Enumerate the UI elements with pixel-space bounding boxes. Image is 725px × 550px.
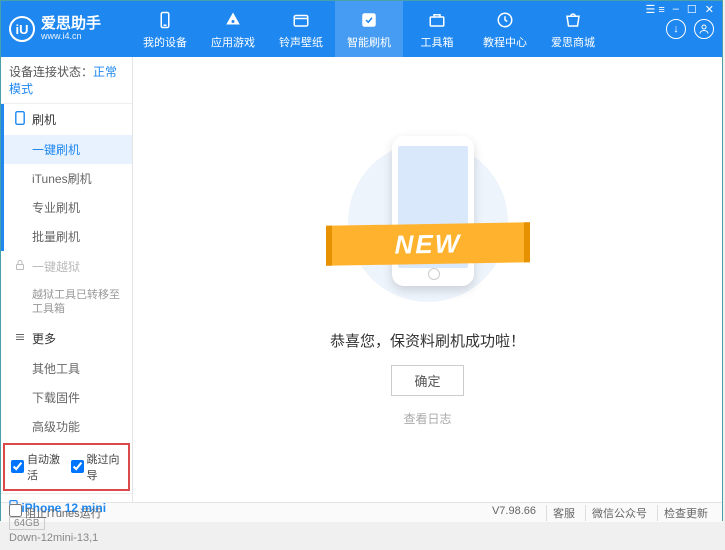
nav-icon xyxy=(292,9,310,31)
nav-label: 智能刷机 xyxy=(347,34,391,50)
view-log-link[interactable]: 查看日志 xyxy=(403,410,451,427)
lock-icon xyxy=(14,259,26,274)
app-name: 爱思助手 xyxy=(41,16,101,33)
nav-label: 铃声壁纸 xyxy=(279,34,323,50)
nav-icon xyxy=(156,9,174,31)
device-info[interactable]: iPhone 12 mini 64GB Down-12mini-13,1 xyxy=(1,493,132,550)
side-item[interactable]: 专业刷机 xyxy=(4,193,132,222)
nav-item-3[interactable]: 智能刷机 xyxy=(335,1,403,57)
nav-icon xyxy=(428,9,446,31)
minimize-button[interactable]: – xyxy=(673,3,679,16)
menu-icon[interactable]: ☰ ≡ xyxy=(645,3,664,16)
phone-icon xyxy=(14,111,26,128)
top-nav: 我的设备 应用游戏 铃声壁纸 智能刷机 工具箱 教程中心 爱思商城 xyxy=(131,1,666,57)
nav-icon xyxy=(360,9,378,31)
sidebar: 设备连接状态：正常模式 刷机一键刷机iTunes刷机专业刷机批量刷机一键越狱越狱… xyxy=(1,57,133,502)
nav-icon xyxy=(564,9,582,31)
side-item[interactable]: iTunes刷机 xyxy=(4,164,132,193)
nav-item-2[interactable]: 铃声壁纸 xyxy=(267,1,335,57)
side-group-more[interactable]: 更多 xyxy=(4,323,132,354)
nav-label: 爱思商城 xyxy=(551,34,595,50)
logo-icon: iU xyxy=(9,16,35,42)
maximize-button[interactable]: ☐ xyxy=(687,3,697,16)
footer-link-wechat[interactable]: 微信公众号 xyxy=(585,505,653,521)
nav-item-6[interactable]: 爱思商城 xyxy=(539,1,607,57)
nav-label: 教程中心 xyxy=(483,34,527,50)
new-ribbon: NEW xyxy=(326,222,530,266)
window-controls: ☰ ≡ – ☐ ✕ xyxy=(645,1,714,18)
nav-label: 应用游戏 xyxy=(211,34,255,50)
app-url: www.i4.cn xyxy=(41,32,101,42)
footer-link-update[interactable]: 检查更新 xyxy=(657,505,714,521)
user-icon[interactable] xyxy=(694,19,714,39)
download-icon[interactable]: ↓ xyxy=(666,19,686,39)
success-illustration: NEW xyxy=(318,132,538,312)
header: iU 爱思助手 www.i4.cn 我的设备 应用游戏 铃声壁纸 智能刷机 工具箱 教程中… xyxy=(1,1,722,57)
close-button[interactable]: ✕ xyxy=(705,3,714,16)
side-group-lock[interactable]: 一键越狱 xyxy=(4,251,132,282)
nav-label: 我的设备 xyxy=(143,34,187,50)
logo: iU 爱思助手 www.i4.cn xyxy=(1,1,131,57)
nav-label: 工具箱 xyxy=(421,34,454,50)
main-content: NEW 恭喜您，保资料刷机成功啦！ 确定 查看日志 xyxy=(133,57,722,502)
nav-item-4[interactable]: 工具箱 xyxy=(403,1,471,57)
side-item[interactable]: 高级功能 xyxy=(4,412,132,441)
nav-item-0[interactable]: 我的设备 xyxy=(131,1,199,57)
side-group-phone[interactable]: 刷机 xyxy=(4,104,132,135)
footer-link-support[interactable]: 客服 xyxy=(546,505,581,521)
side-item[interactable]: 一键刷机 xyxy=(4,135,132,164)
skip-setup-checkbox[interactable]: 跳过向导 xyxy=(71,451,123,483)
nav-icon xyxy=(496,9,514,31)
auto-activate-checkbox[interactable]: 自动激活 xyxy=(11,451,63,483)
nav-item-5[interactable]: 教程中心 xyxy=(471,1,539,57)
side-item[interactable]: 其他工具 xyxy=(4,354,132,383)
block-itunes-checkbox[interactable]: 阻止iTunes运行 xyxy=(9,504,102,521)
success-message: 恭喜您，保资料刷机成功啦！ xyxy=(330,330,525,351)
connection-status: 设备连接状态：正常模式 xyxy=(1,57,132,104)
side-note: 越狱工具已转移至工具箱 xyxy=(4,282,132,323)
side-item[interactable]: 下载固件 xyxy=(4,383,132,412)
footer: 阻止iTunes运行 V7.98.66 客服 微信公众号 检查更新 xyxy=(1,502,722,522)
more-icon xyxy=(14,331,26,346)
nav-item-1[interactable]: 应用游戏 xyxy=(199,1,267,57)
nav-icon xyxy=(224,9,242,31)
side-item[interactable]: 批量刷机 xyxy=(4,222,132,251)
version-label: V7.98.66 xyxy=(486,505,542,521)
confirm-button[interactable]: 确定 xyxy=(391,365,463,396)
device-model: Down-12mini-13,1 xyxy=(9,532,124,544)
flash-options-highlight: 自动激活 跳过向导 xyxy=(3,443,130,491)
